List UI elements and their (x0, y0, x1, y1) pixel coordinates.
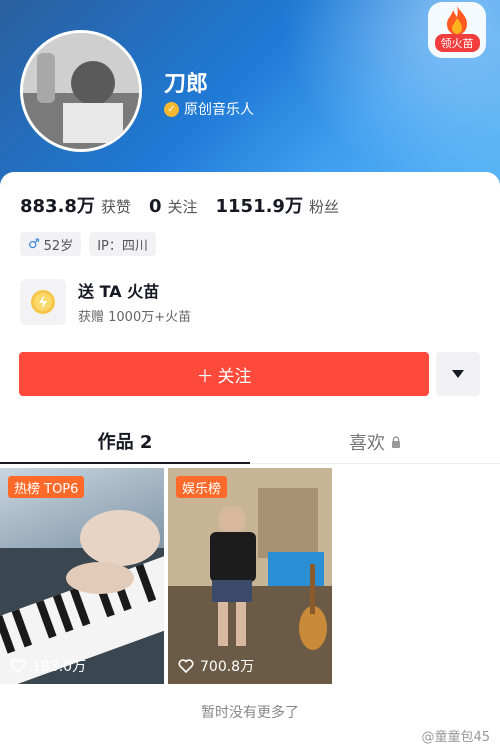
more-dropdown-button[interactable] (436, 352, 480, 396)
coin-bolt-icon (31, 289, 55, 314)
verified-check-icon: ✓ (164, 101, 179, 117)
content-tabs: 作品 2 喜欢 (0, 420, 500, 464)
video-likes-count: 700.8万 (200, 659, 255, 675)
avatar[interactable] (20, 30, 142, 152)
tab-likes[interactable]: 喜欢 (250, 420, 500, 464)
piano-image (0, 510, 164, 684)
followers-count[interactable]: 1151.9万 (216, 192, 303, 218)
watermark-text: @童童包45 (421, 730, 490, 745)
gift-icon (20, 278, 66, 325)
male-icon: ♂ (28, 236, 40, 252)
plus-icon: ＋ (196, 366, 214, 387)
fire-badge-button[interactable]: 领火苗 (428, 2, 486, 58)
likes-count[interactable]: 883.8万 (20, 192, 95, 218)
send-fire-gift[interactable]: 送 TA 火苗 获赠 1000万+火苗 (20, 278, 191, 325)
follow-label: 关注 (217, 366, 252, 387)
lock-icon (392, 436, 400, 448)
following-label: 关注 (167, 198, 198, 216)
ip-text: IP：四川 (97, 238, 148, 254)
video-likes: 183.0万 (10, 656, 86, 676)
verified-badge: ✓ 原创音乐人 (164, 99, 254, 119)
heart-icon (10, 659, 26, 673)
video-thumbnail[interactable]: 热榜 TOP6 183.0万 (0, 468, 164, 684)
watermark: @童童包45 (421, 726, 490, 745)
hot-rank-badge: 热榜 TOP6 (8, 476, 85, 498)
heart-icon (178, 659, 194, 673)
age-text: 52岁 (43, 238, 74, 254)
tab-likes-label: 喜欢 (349, 433, 385, 454)
gift-title: 送 TA 火苗 (78, 282, 160, 301)
followers-label: 粉丝 (308, 198, 339, 216)
profile-name: 刀郎 (164, 72, 209, 97)
flame-icon (447, 6, 467, 35)
video-likes-count: 183.0万 (32, 659, 87, 675)
profile-tags: ♂ 52岁 IP：四川 (20, 232, 156, 256)
triangle-down-icon (452, 370, 464, 378)
verified-text: 原创音乐人 (184, 102, 254, 118)
ip-tag: IP：四川 (89, 232, 156, 256)
entertainment-rank-badge: 娱乐榜 (176, 476, 228, 498)
tab-works[interactable]: 作品 2 (0, 420, 250, 464)
fire-badge-label: 领火苗 (434, 34, 480, 52)
avatar-photo (23, 33, 139, 149)
age-tag: ♂ 52岁 (20, 232, 82, 256)
video-grid: 热榜 TOP6 183.0万 娱乐榜 700.8万 (0, 468, 500, 684)
following-count[interactable]: 0 (149, 196, 162, 217)
tab-works-label: 作品 2 (97, 432, 153, 453)
stats-row: 883.8万 获赞 0 关注 1151.9万 粉丝 (20, 192, 357, 218)
studio-image (168, 468, 332, 684)
gift-subtitle: 获赠 1000万+火苗 (78, 310, 192, 325)
profile-card: 883.8万 获赞 0 关注 1151.9万 粉丝 ♂ 52岁 IP：四川 送 … (0, 172, 500, 750)
video-thumbnail[interactable]: 娱乐榜 700.8万 (168, 468, 332, 684)
video-likes: 700.8万 (178, 656, 254, 676)
no-more-text: 暂时没有更多了 (201, 705, 299, 721)
likes-label: 获赞 (100, 198, 131, 216)
follow-button[interactable]: ＋ 关注 (19, 352, 429, 396)
